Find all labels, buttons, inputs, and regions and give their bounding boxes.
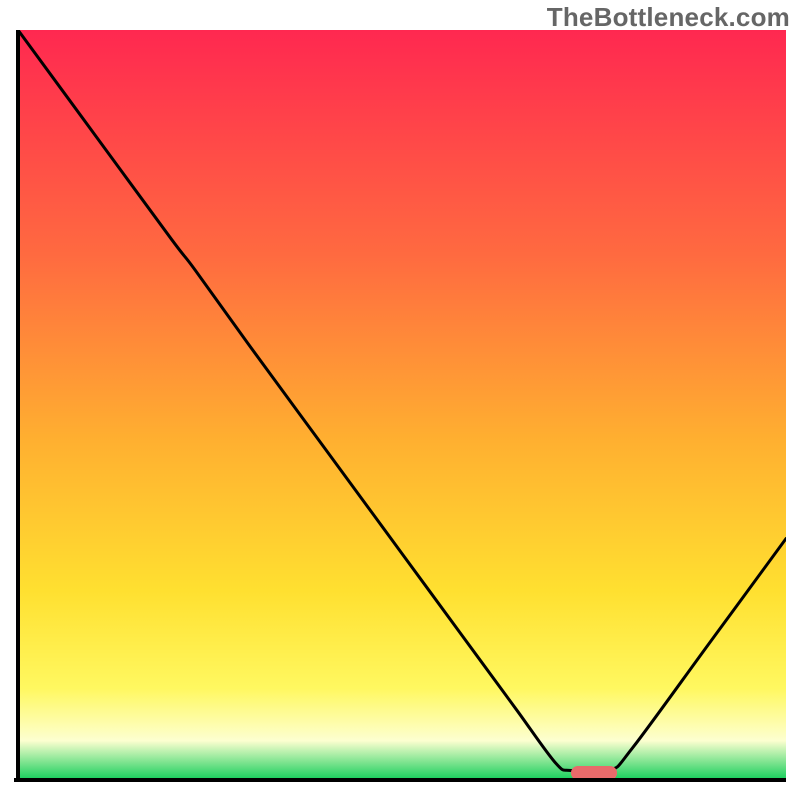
gradient-background bbox=[18, 30, 786, 778]
chart-frame: TheBottleneck.com bbox=[0, 0, 800, 800]
watermark-text: TheBottleneck.com bbox=[547, 2, 790, 33]
chart-plot-area bbox=[14, 30, 786, 786]
chart-svg bbox=[14, 30, 786, 786]
optimal-marker bbox=[571, 766, 617, 780]
